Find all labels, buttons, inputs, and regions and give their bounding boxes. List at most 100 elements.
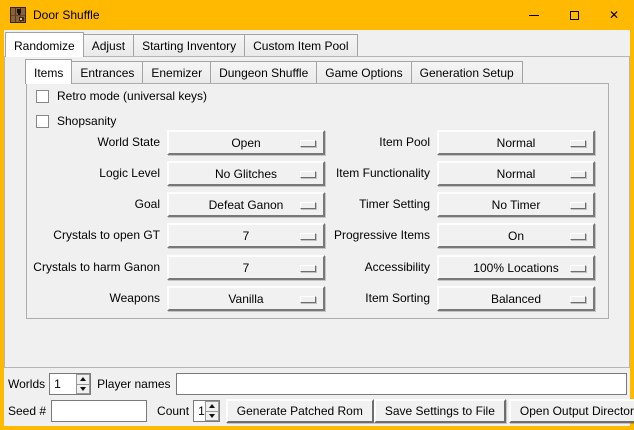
timer-setting-value: No Timer [492, 198, 541, 212]
worlds-spin-down-button[interactable] [76, 384, 90, 395]
progressive-items-value: On [508, 229, 524, 243]
spin-up-icon [80, 377, 86, 381]
accessibility-label: Accessibility [315, 255, 430, 280]
retro-mode-row: Retro mode (universal keys) [36, 88, 207, 104]
tab-entrances[interactable]: Entrances [71, 61, 143, 83]
player-names-label: Player names [97, 377, 170, 391]
item-pool-label: Item Pool [315, 130, 430, 155]
world-state-label: World State [27, 130, 160, 155]
minimize-icon [529, 15, 539, 16]
dropdown-indicator-icon [570, 202, 586, 209]
tab-dungeon-shuffle[interactable]: Dungeon Shuffle [210, 61, 317, 83]
seed-row: Seed # Count 1 Generate Patched Rom Save… [8, 399, 627, 423]
dropdown-indicator-icon [300, 171, 316, 178]
weapons-label: Weapons [27, 286, 160, 311]
seed-label: Seed # [8, 404, 46, 418]
crystals-ganon-value: 7 [243, 261, 250, 275]
retro-mode-label: Retro mode (universal keys) [57, 89, 207, 103]
main-tab-bar: Randomize Adjust Starting Inventory Cust… [5, 32, 358, 56]
world-state-dropdown[interactable]: Open [167, 130, 325, 155]
close-button[interactable]: ✕ [594, 0, 634, 30]
goal-label: Goal [27, 192, 160, 217]
progressive-items-dropdown[interactable]: On [437, 223, 595, 248]
dropdown-indicator-icon [570, 265, 586, 272]
randomize-pane: Items Entrances Enemizer Dungeon Shuffle… [4, 56, 630, 368]
weapons-dropdown[interactable]: Vanilla [167, 286, 325, 311]
item-sorting-value: Balanced [491, 292, 541, 306]
tab-starting-inventory[interactable]: Starting Inventory [133, 34, 245, 56]
accessibility-value: 100% Locations [473, 261, 558, 275]
option-row: Weapons Vanilla Item Sorting Balanced [27, 286, 608, 311]
weapons-value: Vanilla [228, 292, 263, 306]
spin-down-icon [80, 387, 86, 391]
dropdown-indicator-icon [570, 296, 586, 303]
tab-game-options[interactable]: Game Options [316, 61, 411, 83]
dropdown-indicator-icon [570, 233, 586, 240]
worlds-spinbox[interactable]: 1 [49, 373, 91, 395]
crystals-gt-dropdown[interactable]: 7 [167, 223, 325, 248]
app-icon [10, 7, 26, 23]
item-pool-dropdown[interactable]: Normal [437, 130, 595, 155]
shopsanity-row: Shopsanity [36, 113, 116, 129]
open-output-directory-button[interactable]: Open Output Directory [509, 399, 634, 423]
maximize-icon [570, 11, 579, 20]
titlebar: Door Shuffle ✕ [0, 0, 634, 30]
dropdown-indicator-icon [570, 171, 586, 178]
item-pool-value: Normal [497, 136, 536, 150]
generate-patched-rom-button[interactable]: Generate Patched Rom [226, 399, 374, 423]
crystals-gt-value: 7 [243, 229, 250, 243]
option-row: World State Open Item Pool Normal [27, 130, 608, 155]
logic-level-label: Logic Level [27, 161, 160, 186]
dropdown-indicator-icon [300, 233, 316, 240]
dropdown-indicator-icon [570, 140, 586, 147]
count-label: Count [157, 404, 189, 418]
spin-up-icon [209, 404, 215, 408]
retro-mode-checkbox[interactable] [36, 90, 49, 103]
count-spin-down-button[interactable] [205, 411, 219, 422]
logic-level-value: No Glitches [215, 167, 277, 181]
progressive-items-label: Progressive Items [315, 223, 430, 248]
tab-generation-setup[interactable]: Generation Setup [411, 61, 523, 83]
shopsanity-checkbox[interactable] [36, 115, 49, 128]
count-value: 1 [194, 401, 205, 421]
tab-randomize[interactable]: Randomize [5, 32, 84, 57]
option-row: Crystals to harm Ganon 7 Accessibility 1… [27, 255, 608, 280]
logic-level-dropdown[interactable]: No Glitches [167, 161, 325, 186]
option-row: Goal Defeat Ganon Timer Setting No Timer [27, 192, 608, 217]
tab-custom-item-pool[interactable]: Custom Item Pool [244, 34, 357, 56]
item-functionality-value: Normal [497, 167, 536, 181]
minimize-button[interactable] [514, 0, 554, 30]
item-sorting-dropdown[interactable]: Balanced [437, 286, 595, 311]
dropdown-indicator-icon [300, 265, 316, 272]
tab-enemizer[interactable]: Enemizer [142, 61, 211, 83]
close-icon: ✕ [609, 9, 619, 21]
crystals-ganon-dropdown[interactable]: 7 [167, 255, 325, 280]
worlds-label: Worlds [8, 377, 45, 391]
sub-tab-bar: Items Entrances Enemizer Dungeon Shuffle… [25, 59, 523, 83]
timer-setting-dropdown[interactable]: No Timer [437, 192, 595, 217]
accessibility-dropdown[interactable]: 100% Locations [437, 255, 595, 280]
maximize-button[interactable] [554, 0, 594, 30]
window-content: Randomize Adjust Starting Inventory Cust… [4, 30, 630, 426]
timer-setting-label: Timer Setting [315, 192, 430, 217]
option-row: Logic Level No Glitches Item Functionali… [27, 161, 608, 186]
goal-dropdown[interactable]: Defeat Ganon [167, 192, 325, 217]
goal-value: Defeat Ganon [209, 198, 284, 212]
option-row: Crystals to open GT 7 Progressive Items … [27, 223, 608, 248]
player-names-input[interactable] [176, 373, 628, 395]
dropdown-indicator-icon [300, 202, 316, 209]
tab-adjust[interactable]: Adjust [83, 34, 134, 56]
world-state-value: Open [231, 136, 260, 150]
item-functionality-dropdown[interactable]: Normal [437, 161, 595, 186]
items-pane: Retro mode (universal keys) Shopsanity W… [26, 83, 609, 319]
seed-input[interactable] [51, 400, 147, 422]
tab-items[interactable]: Items [25, 59, 72, 84]
worlds-value: 1 [50, 374, 76, 394]
caption-buttons: ✕ [514, 0, 634, 30]
count-spinbox[interactable]: 1 [193, 400, 220, 422]
app-window: Door Shuffle ✕ Randomize Adjust Starting… [0, 0, 634, 430]
item-sorting-label: Item Sorting [315, 286, 430, 311]
worlds-row: Worlds 1 Player names [8, 372, 627, 396]
crystals-ganon-label: Crystals to harm Ganon [27, 255, 160, 280]
save-settings-button[interactable]: Save Settings to File [374, 399, 506, 423]
